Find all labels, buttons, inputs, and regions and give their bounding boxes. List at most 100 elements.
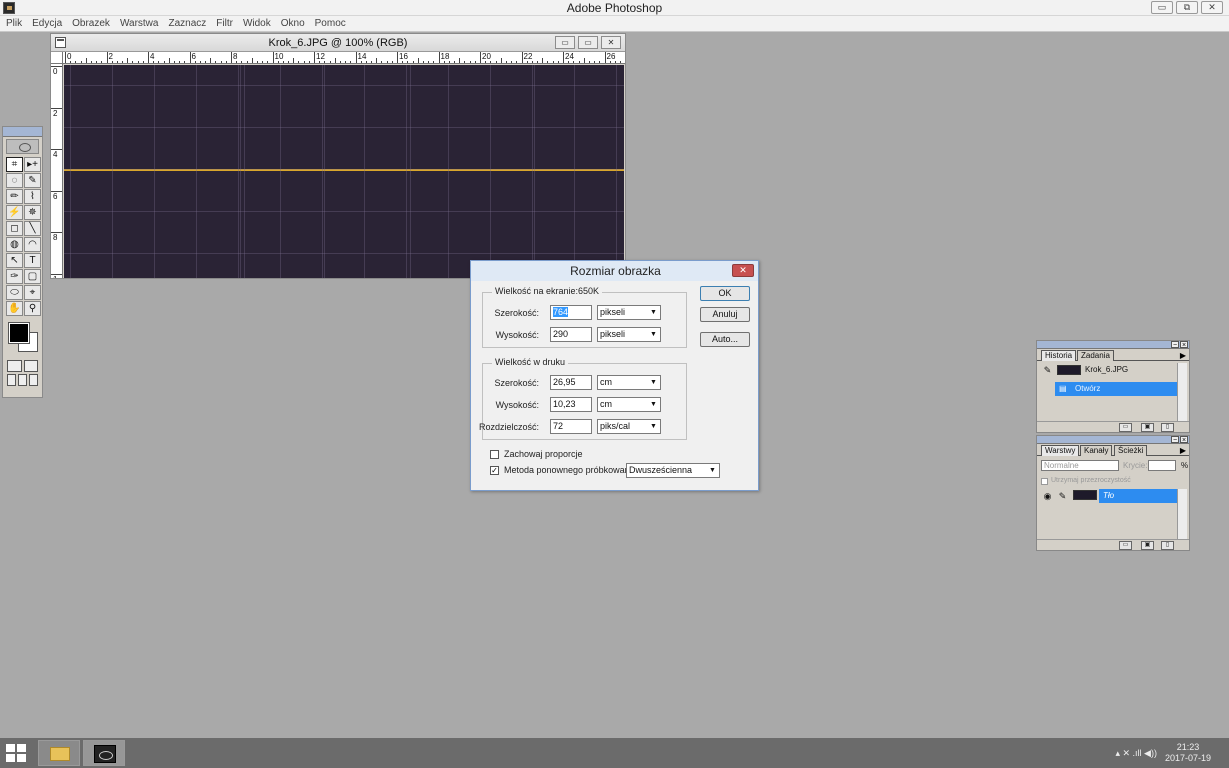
resample-checkbox[interactable]: ✓ <box>490 466 499 475</box>
palette-close-button[interactable]: × <box>1180 436 1188 444</box>
layers-scrollbar[interactable] <box>1177 489 1187 539</box>
width-input[interactable]: 764 <box>550 305 592 320</box>
trash-icon[interactable]: ▯ <box>1161 423 1174 432</box>
paint-bucket-tool-icon[interactable]: ⬭ <box>6 285 23 300</box>
rectangle-tool-icon[interactable]: ▢ <box>24 269 41 284</box>
opacity-input[interactable] <box>1148 460 1176 471</box>
airbrush-tool-icon[interactable]: ✏ <box>6 189 23 204</box>
taskbar-photoshop[interactable] <box>83 740 125 766</box>
pen-tool-icon[interactable]: ✑ <box>6 269 23 284</box>
history-palette-titlebar[interactable]: − × <box>1037 341 1189 349</box>
print-width-input[interactable]: 26,95 <box>550 375 592 390</box>
auto-button[interactable]: Auto... <box>700 332 750 347</box>
height-unit-select[interactable]: pikseli ▼ <box>597 327 661 342</box>
menu-layer[interactable]: Warstwa <box>120 16 164 31</box>
menu-window[interactable]: Okno <box>281 16 310 31</box>
history-scrollbar[interactable] <box>1177 363 1187 421</box>
brush-icon[interactable]: ✎ <box>1056 490 1069 502</box>
history-brush-source-icon[interactable]: ✎ <box>1041 364 1054 376</box>
tab-channels[interactable]: Kanały <box>1080 445 1113 456</box>
palette-minimize-button[interactable]: − <box>1171 436 1179 444</box>
ok-button[interactable]: OK <box>700 286 750 301</box>
menu-view[interactable]: Widok <box>243 16 276 31</box>
zoom-tool-icon[interactable]: ⚲ <box>24 301 41 316</box>
minimize-button[interactable]: ▭ <box>1151 1 1173 14</box>
type-tool-icon[interactable]: T <box>24 253 41 268</box>
quick-mask-mode-button[interactable] <box>23 360 38 372</box>
hand-tool-icon[interactable]: ✋ <box>6 301 23 316</box>
history-step-row[interactable]: ▤ Otwórz <box>1055 382 1177 396</box>
print-width-unit-select[interactable]: cm ▼ <box>597 375 661 390</box>
new-layer-icon[interactable]: ▣ <box>1141 541 1154 550</box>
full-screen-button[interactable] <box>29 374 38 386</box>
stamp-tool-icon[interactable]: ⚡ <box>6 205 23 220</box>
history-brush-tool-icon[interactable]: ✵ <box>24 205 41 220</box>
path-select-tool-icon[interactable]: ↖ <box>6 253 23 268</box>
lasso-tool-icon[interactable]: ◌ <box>6 173 23 188</box>
document-minimize-button[interactable]: ▭ <box>555 36 575 49</box>
document-titlebar[interactable]: Krok_6.JPG @ 100% (RGB) ▭ ▭ ✕ <box>51 34 625 52</box>
toolbox-eye-icon[interactable] <box>6 139 39 154</box>
ruler-corner[interactable] <box>51 52 63 64</box>
menu-file[interactable]: Plik <box>6 16 27 31</box>
line-tool-icon[interactable]: ╲ <box>24 221 41 236</box>
resolution-unit-select[interactable]: piks/cal ▼ <box>597 419 661 434</box>
preserve-transparency-checkbox[interactable] <box>1041 478 1048 485</box>
width-unit-select[interactable]: pikseli ▼ <box>597 305 661 320</box>
dodge-tool-icon[interactable]: ◠ <box>24 237 41 252</box>
print-height-unit-select[interactable]: cm ▼ <box>597 397 661 412</box>
resample-method-select[interactable]: Dwusześcienna ▼ <box>626 463 720 478</box>
tab-layers[interactable]: Warstwy <box>1041 445 1080 456</box>
cancel-button[interactable]: Anuluj <box>700 307 750 322</box>
menu-select[interactable]: Zaznacz <box>168 16 211 31</box>
history-snapshot-row[interactable]: ✎ Krok_6.JPG <box>1039 363 1179 377</box>
palette-menu-arrow-icon[interactable]: ▶ <box>1180 351 1186 360</box>
menu-help[interactable]: Pomoc <box>315 16 351 31</box>
blur-tool-icon[interactable]: ◍ <box>6 237 23 252</box>
crop-tool-icon[interactable]: ⌗ <box>6 157 23 172</box>
constrain-proportions-checkbox[interactable] <box>490 450 499 459</box>
menu-image[interactable]: Obrazek <box>72 16 115 31</box>
restore-button[interactable]: ⧉ <box>1176 1 1198 14</box>
blend-mode-select[interactable]: Normalne <box>1041 460 1119 471</box>
toolbox-titlebar[interactable] <box>3 127 42 137</box>
menu-edit[interactable]: Edycja <box>32 16 67 31</box>
menu-filter[interactable]: Filtr <box>216 16 238 31</box>
tab-paths[interactable]: Ścieżki <box>1114 445 1148 456</box>
new-document-icon[interactable]: ▭ <box>1119 423 1132 432</box>
magic-wand-tool-icon[interactable]: ✎ <box>24 173 41 188</box>
tray-icons[interactable]: ▴ ✕ .ıll ◀)) <box>1115 748 1156 759</box>
document-close-button[interactable]: ✕ <box>601 36 621 49</box>
image-canvas[interactable] <box>64 65 624 278</box>
dialog-titlebar[interactable]: Rozmiar obrazka ✕ <box>471 261 758 281</box>
trash-icon[interactable]: ▯ <box>1161 541 1174 550</box>
standard-screen-button[interactable] <box>7 374 16 386</box>
full-screen-menu-button[interactable] <box>18 374 27 386</box>
standard-mode-button[interactable] <box>7 360 22 372</box>
eyedropper-tool-icon[interactable]: ⌖ <box>24 285 41 300</box>
palette-minimize-button[interactable]: − <box>1171 341 1179 349</box>
height-input[interactable]: 290 <box>550 327 592 342</box>
brush-tool-icon[interactable]: ⌇ <box>24 189 41 204</box>
tab-history[interactable]: Historia <box>1041 350 1077 361</box>
eraser-tool-icon[interactable]: ◻ <box>6 221 23 236</box>
print-height-input[interactable]: 10,23 <box>550 397 592 412</box>
foreground-color-swatch[interactable] <box>8 322 30 344</box>
layers-palette-titlebar[interactable]: − × <box>1037 436 1189 444</box>
dialog-close-button[interactable]: ✕ <box>732 264 754 277</box>
palette-menu-arrow-icon[interactable]: ▶ <box>1180 446 1186 455</box>
eye-icon[interactable]: ◉ <box>1041 490 1054 502</box>
taskbar-file-explorer[interactable] <box>38 740 80 766</box>
document-maximize-button[interactable]: ▭ <box>578 36 598 49</box>
tab-actions[interactable]: Zadania <box>1077 350 1114 361</box>
clock[interactable]: 21:23 2017-07-19 <box>1165 742 1211 764</box>
layer-mask-icon[interactable]: ▭ <box>1119 541 1132 550</box>
palette-close-button[interactable]: × <box>1180 341 1188 349</box>
vertical-ruler[interactable]: 0 2 4 6 8 1 <box>51 64 63 278</box>
new-snapshot-icon[interactable]: ▣ <box>1141 423 1154 432</box>
move-tool-icon[interactable]: ▸+ <box>24 157 41 172</box>
windows-start-icon[interactable] <box>6 744 28 762</box>
layer-row[interactable]: ◉ ✎ Tło <box>1039 489 1179 503</box>
horizontal-ruler[interactable]: 0 2 4 6 8 10 12 14 16 18 20 22 24 26 <box>63 52 625 64</box>
close-button[interactable]: ✕ <box>1201 1 1223 14</box>
